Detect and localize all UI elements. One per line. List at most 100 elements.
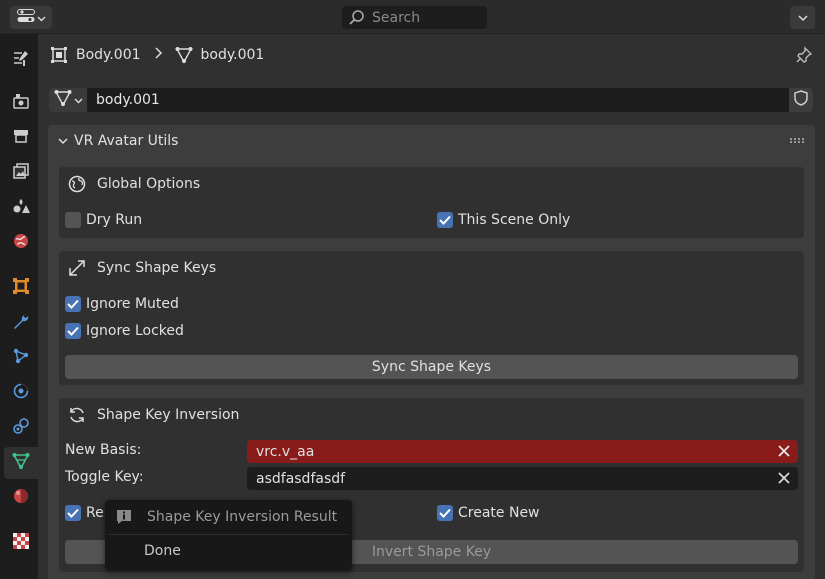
tab-output[interactable] xyxy=(4,122,38,154)
tab-physics[interactable] xyxy=(4,377,38,409)
sync-shape-keys-title: Sync Shape Keys xyxy=(97,260,217,276)
global-options-title: Global Options xyxy=(97,176,201,192)
tab-material[interactable] xyxy=(4,482,38,514)
tab-modifiers[interactable] xyxy=(4,307,38,339)
search-icon xyxy=(348,9,366,27)
global-options-box: Global Options Dry Run This Scene Only xyxy=(59,167,804,238)
breadcrumb-object-name: Body.001 xyxy=(76,47,141,63)
ignore-muted-checkbox[interactable]: Ignore Muted xyxy=(65,296,179,312)
sync-shape-keys-box: Sync Shape Keys Ignore Muted Ignore Lock… xyxy=(59,251,804,385)
checkmark-icon[interactable] xyxy=(437,505,453,521)
top-header: Search xyxy=(0,0,825,34)
tab-render[interactable] xyxy=(4,87,38,119)
shape-key-inversion-title: Shape Key Inversion xyxy=(97,407,240,423)
chevron-down-icon xyxy=(74,92,83,108)
operator-result-popup: Shape Key Inversion Result Done xyxy=(105,500,352,570)
tab-view-layer[interactable] xyxy=(4,157,38,189)
popup-header: Shape Key Inversion Result xyxy=(115,508,337,526)
mesh-datablock-selector: body.001 xyxy=(49,88,813,112)
this-scene-only-label: This Scene Only xyxy=(458,212,571,228)
constraints-icon xyxy=(12,417,30,439)
world-icon xyxy=(12,232,30,254)
checkmark-icon[interactable] xyxy=(65,323,81,339)
checkbox-unchecked[interactable] xyxy=(65,212,81,228)
search-input[interactable]: Search xyxy=(342,6,487,29)
particles-icon xyxy=(12,347,30,369)
output-icon xyxy=(12,127,30,149)
properties-main-area: Body.001 body.001 body.001 VR Avatar Uti… xyxy=(38,34,825,579)
mesh-browse-button[interactable] xyxy=(49,88,87,112)
checkmark-icon[interactable] xyxy=(65,296,81,312)
popup-title: Shape Key Inversion Result xyxy=(147,509,338,525)
sync-shape-keys-header: Sync Shape Keys xyxy=(65,259,216,277)
toggle-key-value: asdfasdfasdf xyxy=(256,470,346,487)
refresh-icon xyxy=(65,406,89,424)
toggle-key-field[interactable]: asdfasdfasdf xyxy=(247,467,798,490)
tab-constraints[interactable] xyxy=(4,412,38,444)
material-icon xyxy=(12,487,30,509)
search-placeholder: Search xyxy=(372,9,421,26)
ignore-locked-label: Ignore Locked xyxy=(86,323,184,339)
tab-world[interactable] xyxy=(4,227,38,259)
ignore-muted-label: Ignore Muted xyxy=(86,296,179,312)
checkmark-icon[interactable] xyxy=(65,505,81,521)
global-options-header: Global Options xyxy=(65,175,200,193)
new-basis-field[interactable]: vrc.v_aa xyxy=(247,440,798,463)
globe-icon xyxy=(65,175,89,193)
dry-run-checkbox[interactable]: Dry Run xyxy=(65,212,142,228)
tab-tool[interactable] xyxy=(4,44,38,76)
panel-header[interactable]: VR Avatar Utils xyxy=(48,125,815,157)
this-scene-only-checkbox[interactable]: This Scene Only xyxy=(437,212,570,228)
new-basis-value: vrc.v_aa xyxy=(256,443,315,460)
clear-icon[interactable] xyxy=(778,445,790,457)
create-new-checkbox[interactable]: Create New xyxy=(437,505,540,521)
chevron-right-icon xyxy=(155,47,163,63)
options-dropdown-button[interactable] xyxy=(790,6,815,29)
scene-icon xyxy=(12,197,30,219)
breadcrumb: Body.001 body.001 xyxy=(50,44,264,66)
mesh-name-field[interactable]: body.001 xyxy=(87,88,789,112)
shape-key-inversion-header: Shape Key Inversion xyxy=(65,406,239,424)
tab-data[interactable] xyxy=(4,447,38,479)
drag-handle-icon[interactable] xyxy=(790,138,805,143)
fake-user-button[interactable] xyxy=(789,88,813,112)
info-icon xyxy=(115,508,133,526)
new-basis-label: New Basis: xyxy=(65,442,142,458)
chevron-down-icon xyxy=(37,10,46,26)
mesh-data-icon xyxy=(12,452,30,474)
render-icon xyxy=(12,92,30,114)
physics-icon xyxy=(12,382,30,404)
tool-icon xyxy=(12,49,30,71)
ignore-locked-checkbox[interactable]: Ignore Locked xyxy=(65,323,184,339)
mesh-data-icon xyxy=(175,46,193,64)
panel-title: VR Avatar Utils xyxy=(74,133,179,149)
properties-tab-bar xyxy=(0,34,38,579)
tab-object[interactable] xyxy=(4,272,38,304)
create-new-label: Create New xyxy=(458,505,540,521)
toggle-key-label: Toggle Key: xyxy=(65,469,144,485)
texture-icon xyxy=(12,532,30,554)
chevron-down-icon xyxy=(58,137,68,145)
object-icon xyxy=(50,46,68,64)
shield-icon xyxy=(793,90,809,110)
chevron-down-icon xyxy=(797,10,808,26)
tab-particles[interactable] xyxy=(4,342,38,374)
mesh-data-icon xyxy=(54,89,72,111)
popup-done-item[interactable]: Done xyxy=(144,543,181,559)
properties-editor-icon xyxy=(16,8,35,27)
checkmark-icon[interactable] xyxy=(437,212,453,228)
pin-icon[interactable] xyxy=(795,46,813,68)
divider xyxy=(109,534,348,535)
sync-shape-keys-button[interactable]: Sync Shape Keys xyxy=(65,355,798,379)
editor-type-button[interactable] xyxy=(10,6,52,29)
dry-run-label: Dry Run xyxy=(86,212,143,228)
sync-arrows-icon xyxy=(65,259,89,277)
tab-scene[interactable] xyxy=(4,192,38,224)
remove-checkbox[interactable]: Rei xyxy=(65,505,108,521)
clear-icon[interactable] xyxy=(778,472,790,484)
object-icon xyxy=(12,277,30,299)
wrench-icon xyxy=(12,312,30,334)
tab-texture[interactable] xyxy=(4,527,38,559)
view-layer-icon xyxy=(12,162,30,184)
breadcrumb-mesh-name: body.001 xyxy=(200,47,265,63)
